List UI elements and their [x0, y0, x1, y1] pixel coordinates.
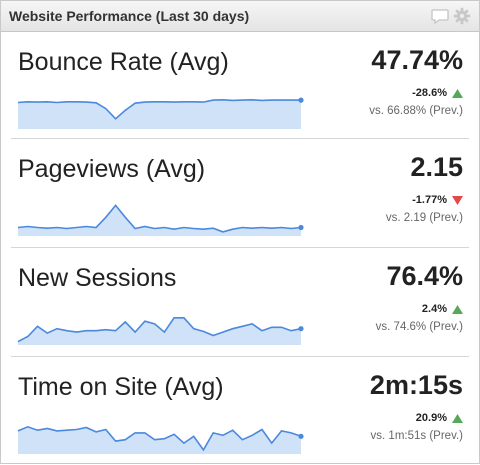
metric-value: 2m:15s [369, 370, 463, 400]
trend-up-arrow-icon [452, 304, 463, 314]
change-percent: -1.77% [412, 194, 447, 206]
sparkline-chart [17, 317, 304, 345]
widget-title: Website Performance (Last 30 days) [9, 8, 250, 24]
comment-icon[interactable] [431, 7, 449, 25]
sparkline-endpoint [298, 224, 304, 231]
change-percent: 20.9% [415, 412, 447, 424]
metric-change: 20.9% [416, 412, 463, 424]
change-percent: -28.6% [412, 87, 447, 99]
previous-value: vs. 66.88% (Prev.) [369, 105, 463, 117]
sparkline-endpoint [298, 326, 304, 332]
sparkline-chart [17, 204, 304, 236]
previous-value: vs. 2.19 (Prev.) [385, 212, 463, 224]
header-icons [431, 7, 471, 25]
sparkline-area [18, 317, 301, 345]
sparkline [17, 308, 304, 348]
trend-up-arrow-icon [452, 88, 463, 98]
previous-value: vs. 1m:51s (Prev.) [370, 430, 463, 442]
sparkline-chart [17, 425, 304, 454]
sparkline-endpoint [298, 433, 304, 439]
metric-bounce-rate: Bounce Rate (Avg) 47.74% -28.6% vs. 66.8… [1, 32, 479, 140]
metric-pageviews: Pageviews (Avg) 2.15 -1.77% vs. 2.19 (Pr… [1, 139, 479, 247]
sparkline-endpoint [298, 97, 304, 103]
previous-value: vs. 74.6% (Prev.) [375, 321, 463, 333]
sparkline [17, 92, 304, 132]
metric-title: New Sessions [18, 264, 177, 292]
metric-change: -1.77% [412, 194, 463, 206]
metric-title: Time on Site (Avg) [18, 373, 224, 401]
change-percent: 2.4% [421, 303, 447, 315]
metric-value: 47.74% [371, 45, 463, 75]
sparkline-area [18, 205, 301, 236]
trend-up-arrow-icon [452, 413, 463, 423]
metric-title: Bounce Rate (Avg) [18, 48, 229, 76]
sparkline-chart [17, 97, 304, 129]
sparkline [17, 199, 304, 239]
gear-icon[interactable] [453, 7, 471, 25]
trend-down-arrow-icon [452, 195, 463, 205]
sparkline-area [18, 99, 301, 129]
metric-new-sessions: New Sessions 76.4% 2.4% vs. 74.6% (Prev.… [1, 248, 479, 356]
metric-time-on-site: Time on Site (Avg) 2m:15s 20.9% vs. 1m:5… [1, 357, 479, 465]
sparkline [17, 417, 304, 457]
metric-change: 2.4% [422, 303, 463, 315]
website-performance-widget: Website Performance (Last 30 days) Bounc… [0, 0, 480, 464]
widget-header: Website Performance (Last 30 days) [1, 1, 479, 32]
metric-value: 76.4% [386, 261, 463, 291]
metric-change: -28.6% [412, 87, 463, 99]
metric-value: 2.15 [410, 152, 463, 182]
sparkline-line [17, 204, 302, 233]
metric-title: Pageviews (Avg) [18, 155, 206, 183]
